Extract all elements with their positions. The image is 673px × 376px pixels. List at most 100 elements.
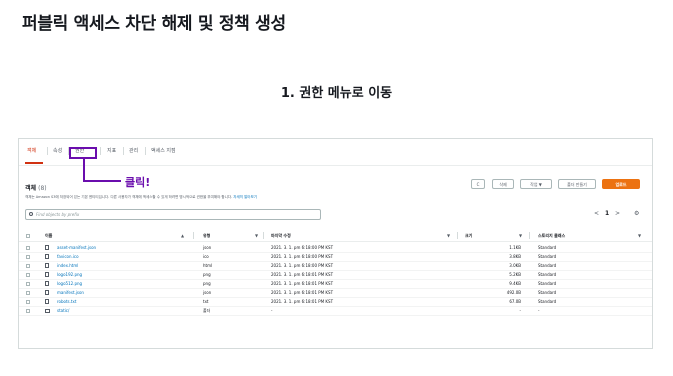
column-header-last-modified[interactable]: 마지막 수정 — [271, 233, 291, 239]
tab-divider — [47, 147, 48, 155]
object-name-link[interactable]: logo192.png — [57, 271, 82, 279]
tab-divider — [123, 147, 124, 155]
tab-properties[interactable]: 속성 — [53, 147, 62, 155]
file-icon — [45, 290, 49, 295]
file-icon — [45, 272, 49, 277]
object-name-link[interactable]: manifest.json — [57, 289, 84, 297]
object-storage-class: Standard — [538, 281, 557, 286]
learn-more-link[interactable]: 자세히 알아보기 — [233, 195, 257, 199]
file-icon — [45, 245, 49, 250]
pager-next-button[interactable]: > — [615, 210, 620, 217]
object-size: 1.1KB — [509, 245, 521, 250]
object-name-link[interactable]: asset-manifest.json — [57, 244, 96, 252]
tab-metrics[interactable]: 지표 — [107, 147, 116, 155]
object-storage-class: Standard — [538, 299, 557, 304]
object-name-link[interactable]: index.html — [57, 262, 78, 270]
objects-title: 객체 — [25, 185, 37, 192]
object-storage-class: Standard — [538, 272, 557, 277]
create-folder-button[interactable]: 폴더 만들기 — [558, 179, 596, 189]
object-size: 3.8KB — [509, 254, 521, 259]
object-type: png — [203, 281, 211, 286]
pager-prev-button[interactable]: < — [594, 210, 599, 217]
row-checkbox[interactable] — [26, 264, 30, 268]
objects-count: (8) — [38, 185, 47, 192]
sort-ascending-icon[interactable]: ▲ — [181, 233, 184, 238]
step-title: 1. 권한 메뉴로 이동 — [280, 86, 393, 101]
refresh-button[interactable]: C — [471, 179, 485, 189]
tab-access-points[interactable]: 액세스 지점 — [151, 147, 176, 155]
table-row[interactable]: static/ 폴더 - - - — [19, 307, 652, 316]
callout-line-vertical — [83, 159, 85, 182]
sort-icon[interactable]: ▼ — [519, 233, 522, 238]
object-storage-class: Standard — [538, 245, 557, 250]
object-type: txt — [203, 299, 209, 304]
actions-dropdown-button[interactable]: 작업 ▼ — [520, 179, 552, 189]
upload-button[interactable]: 업로드 — [602, 179, 640, 189]
object-type: ico — [203, 254, 209, 259]
object-type: 폴더 — [203, 308, 211, 313]
object-last-modified: 2021. 3. 1. pm 6:18:00 PM KST — [271, 254, 334, 259]
table-row[interactable]: index.html html 2021. 3. 1. pm 6:18:00 P… — [19, 262, 652, 271]
object-last-modified: - — [271, 308, 273, 313]
delete-button[interactable]: 삭제 — [492, 179, 514, 189]
object-type: html — [203, 263, 213, 268]
object-storage-class: - — [538, 308, 540, 313]
sort-icon[interactable]: ▼ — [447, 233, 450, 238]
object-name-link[interactable]: robots.txt — [57, 298, 76, 306]
column-header-name[interactable]: 이름 — [45, 233, 52, 239]
file-icon — [45, 254, 49, 259]
file-icon — [45, 299, 49, 304]
object-name-link[interactable]: logo512.png — [57, 280, 82, 288]
active-tab-indicator — [25, 162, 43, 164]
object-last-modified: 2021. 3. 1. pm 6:18:01 PM KST — [271, 281, 334, 286]
table-row[interactable]: logo192.png png 2021. 3. 1. pm 6:18:01 P… — [19, 271, 652, 280]
table-row[interactable]: logo512.png png 2021. 3. 1. pm 6:18:01 P… — [19, 280, 652, 289]
object-type: png — [203, 272, 211, 277]
object-size: 492.0B — [506, 290, 521, 295]
table-row[interactable]: favicon.ico ico 2021. 3. 1. pm 6:18:00 P… — [19, 253, 652, 262]
table-row[interactable]: asset-manifest.json json 2021. 3. 1. pm … — [19, 244, 652, 253]
row-checkbox[interactable] — [26, 255, 30, 259]
object-size: - — [519, 308, 521, 313]
column-header-type[interactable]: 유형 — [203, 233, 210, 239]
column-divider — [193, 232, 194, 239]
file-icon — [45, 281, 49, 286]
table-header: 이름 ▲ 유형 ▼ 마지막 수정 ▼ 크기 ▼ 스토리지 클래스 ▼ — [19, 231, 652, 242]
row-checkbox[interactable] — [26, 282, 30, 286]
settings-gear-icon[interactable]: ⚙ — [634, 210, 639, 217]
tab-management[interactable]: 관리 — [129, 147, 138, 155]
click-callout-label: 클릭! — [125, 176, 151, 189]
row-checkbox[interactable] — [26, 300, 30, 304]
object-storage-class: Standard — [538, 290, 557, 295]
table-row[interactable]: robots.txt txt 2021. 3. 1. pm 6:18:01 PM… — [19, 298, 652, 307]
object-last-modified: 2021. 3. 1. pm 6:18:00 PM KST — [271, 263, 334, 268]
row-checkbox[interactable] — [26, 309, 30, 313]
table-row[interactable]: manifest.json json 2021. 3. 1. pm 6:18:0… — [19, 289, 652, 298]
search-input[interactable]: Find objects by prefix — [25, 209, 321, 220]
column-divider — [263, 232, 264, 239]
objects-description-text: 객체는 Amazon S3에 저장되어 있는 기본 엔티티입니다. 다른 사용자… — [25, 195, 233, 199]
tab-divider — [100, 147, 101, 155]
object-last-modified: 2021. 3. 1. pm 6:18:00 PM KST — [271, 245, 334, 250]
row-checkbox[interactable] — [26, 246, 30, 250]
tab-divider — [145, 147, 146, 155]
object-size: 67.0B — [509, 299, 521, 304]
row-checkbox[interactable] — [26, 291, 30, 295]
object-name-link[interactable]: favicon.ico — [57, 253, 79, 261]
object-last-modified: 2021. 3. 1. pm 6:18:01 PM KST — [271, 290, 334, 295]
folder-icon — [45, 309, 50, 313]
file-icon — [45, 263, 49, 268]
pager-current-page[interactable]: 1 — [605, 210, 609, 217]
sort-icon[interactable]: ▼ — [638, 233, 641, 238]
column-header-size[interactable]: 크기 — [465, 233, 472, 239]
object-name-link[interactable]: static/ — [57, 307, 69, 315]
tab-objects[interactable]: 객체 — [27, 147, 36, 155]
sort-icon[interactable]: ▼ — [255, 233, 258, 238]
search-placeholder: Find objects by prefix — [36, 212, 80, 217]
column-header-storage-class[interactable]: 스토리지 클래스 — [538, 233, 565, 239]
object-storage-class: Standard — [538, 263, 557, 268]
search-icon — [29, 212, 33, 216]
object-last-modified: 2021. 3. 1. pm 6:18:01 PM KST — [271, 299, 334, 304]
row-checkbox[interactable] — [26, 273, 30, 277]
select-all-checkbox[interactable] — [26, 234, 30, 238]
